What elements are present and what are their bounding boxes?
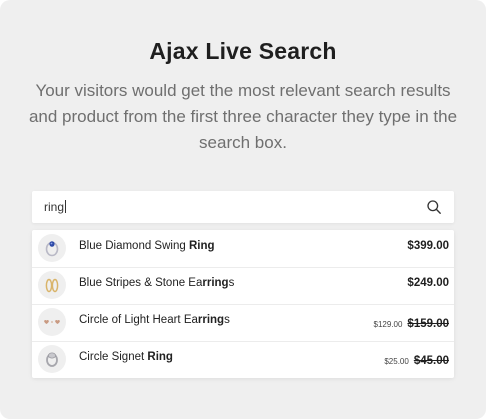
product-price: $249.00 [407,277,449,289]
product-thumbnail[interactable] [38,271,66,299]
product-price: $399.00 [407,240,449,252]
page-description: Your visitors would get the most relevan… [28,81,458,152]
search-input[interactable]: ring [32,191,454,223]
heart-earrings-icon [44,319,60,324]
search-result-item[interactable]: Blue Diamond Swing Ring $399.00 [32,230,454,268]
search-query[interactable]: ring [44,200,67,214]
product-name[interactable]: Blue Diamond Swing Ring [79,240,215,252]
product-name[interactable]: Circle of Light Heart Earrings [79,314,230,326]
original-price: $45.00 [413,355,449,367]
product-name[interactable]: Circle Signet Ring [79,351,173,363]
gold-hoop-earrings-icon [45,278,59,293]
original-price: $159.00 [407,318,449,330]
product-thumbnail[interactable] [38,308,66,336]
product-thumbnail[interactable] [38,234,66,262]
text-caret [65,200,67,213]
product-price: $129.00 $159.00 [374,314,450,332]
silver-signet-ring-icon [46,352,58,367]
search-result-item[interactable]: Blue Stripes & Stone Earrings $249.00 [32,267,454,305]
blue-diamond-ring-icon [45,241,59,257]
sale-price: $129.00 [373,320,403,329]
search-icon[interactable] [426,199,442,215]
feature-panel: Ajax Live Search Your visitors would get… [0,0,486,419]
product-name[interactable]: Blue Stripes & Stone Earrings [79,277,234,289]
product-price: $25.00 $45.00 [384,351,449,369]
page-title: Ajax Live Search [149,38,337,64]
search-result-item[interactable]: Circle of Light Heart Earrings $129.00 $1… [32,304,454,342]
search-results-dropdown: Blue Diamond Swing Ring $399.00 Blue Str… [32,230,454,378]
search-result-item[interactable]: Circle Signet Ring $25.00 $45.00 [32,341,454,378]
sale-price: $25.00 [384,357,409,366]
product-thumbnail[interactable] [38,345,66,373]
